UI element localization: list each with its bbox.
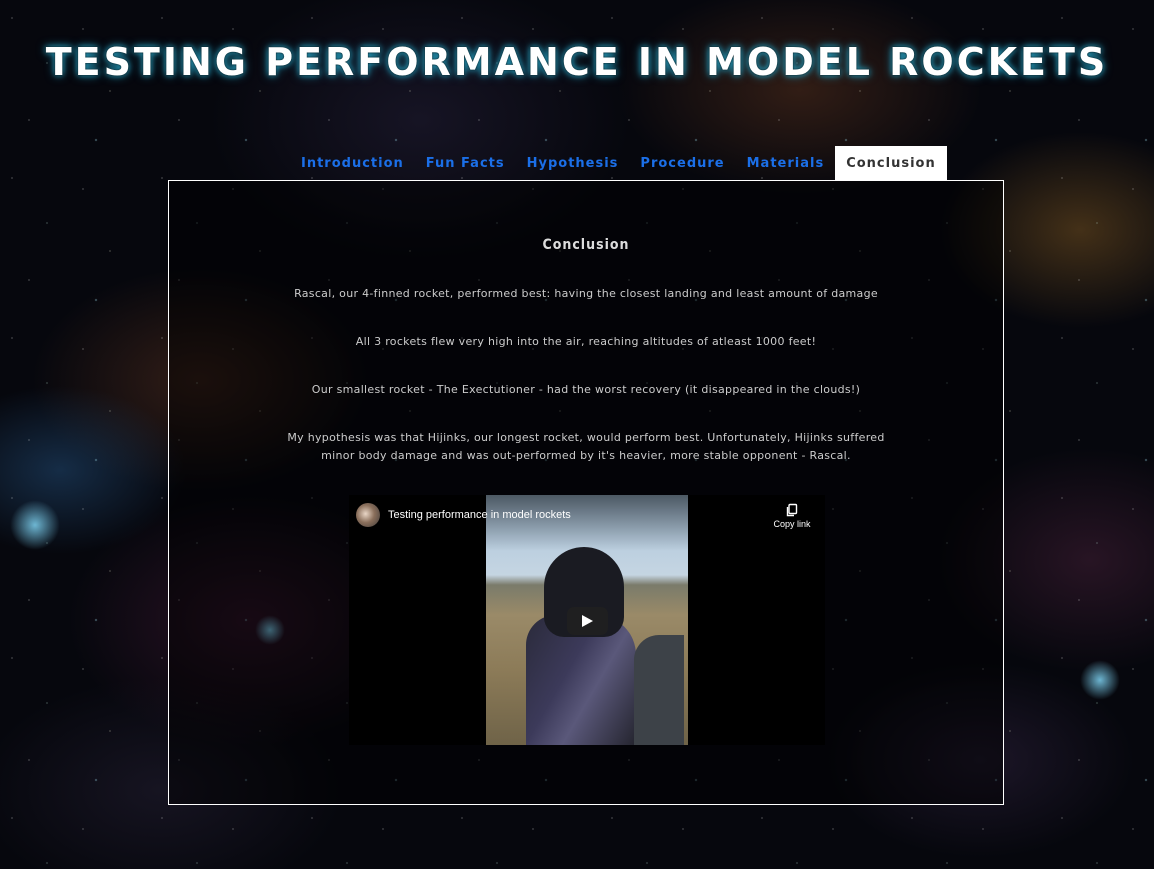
nebula-glow [1080,660,1120,700]
thumbnail-figure-arm [634,635,684,745]
page-title: TESTING PERFORMANCE IN MODEL ROCKETS [45,40,1109,84]
copy-link-button[interactable]: Copy link [772,503,812,529]
play-button[interactable] [567,607,608,635]
tab-conclusion[interactable]: Conclusion [835,146,947,180]
tab-materials[interactable]: Materials [736,146,836,180]
video-header: Testing performance in model rockets Cop… [349,495,825,551]
copy-link-icon [786,503,798,517]
play-icon [582,615,593,627]
tab-bar: Introduction Fun Facts Hypothesis Proced… [290,146,947,180]
conclusion-paragraph: My hypothesis was that Hijinks, our long… [287,431,885,462]
video-embed[interactable]: Testing performance in model rockets Cop… [349,495,825,745]
tab-fun-facts[interactable]: Fun Facts [415,146,516,180]
video-title[interactable]: Testing performance in model rockets [388,509,571,521]
tab-introduction[interactable]: Introduction [290,146,415,180]
conclusion-panel: Conclusion Rascal, our 4-finned rocket, … [168,180,1004,805]
conclusion-paragraph: All 3 rockets flew very high into the ai… [355,335,817,348]
tab-procedure[interactable]: Procedure [629,146,735,180]
nebula-glow [10,500,60,550]
conclusion-paragraph: Our smallest rocket - The Exectutioner -… [311,383,861,396]
copy-link-label: Copy link [773,519,811,529]
channel-avatar[interactable] [356,503,380,527]
section-heading: Conclusion [542,237,630,253]
conclusion-paragraph: Rascal, our 4-finned rocket, performed b… [294,287,878,300]
tab-hypothesis[interactable]: Hypothesis [516,146,630,180]
